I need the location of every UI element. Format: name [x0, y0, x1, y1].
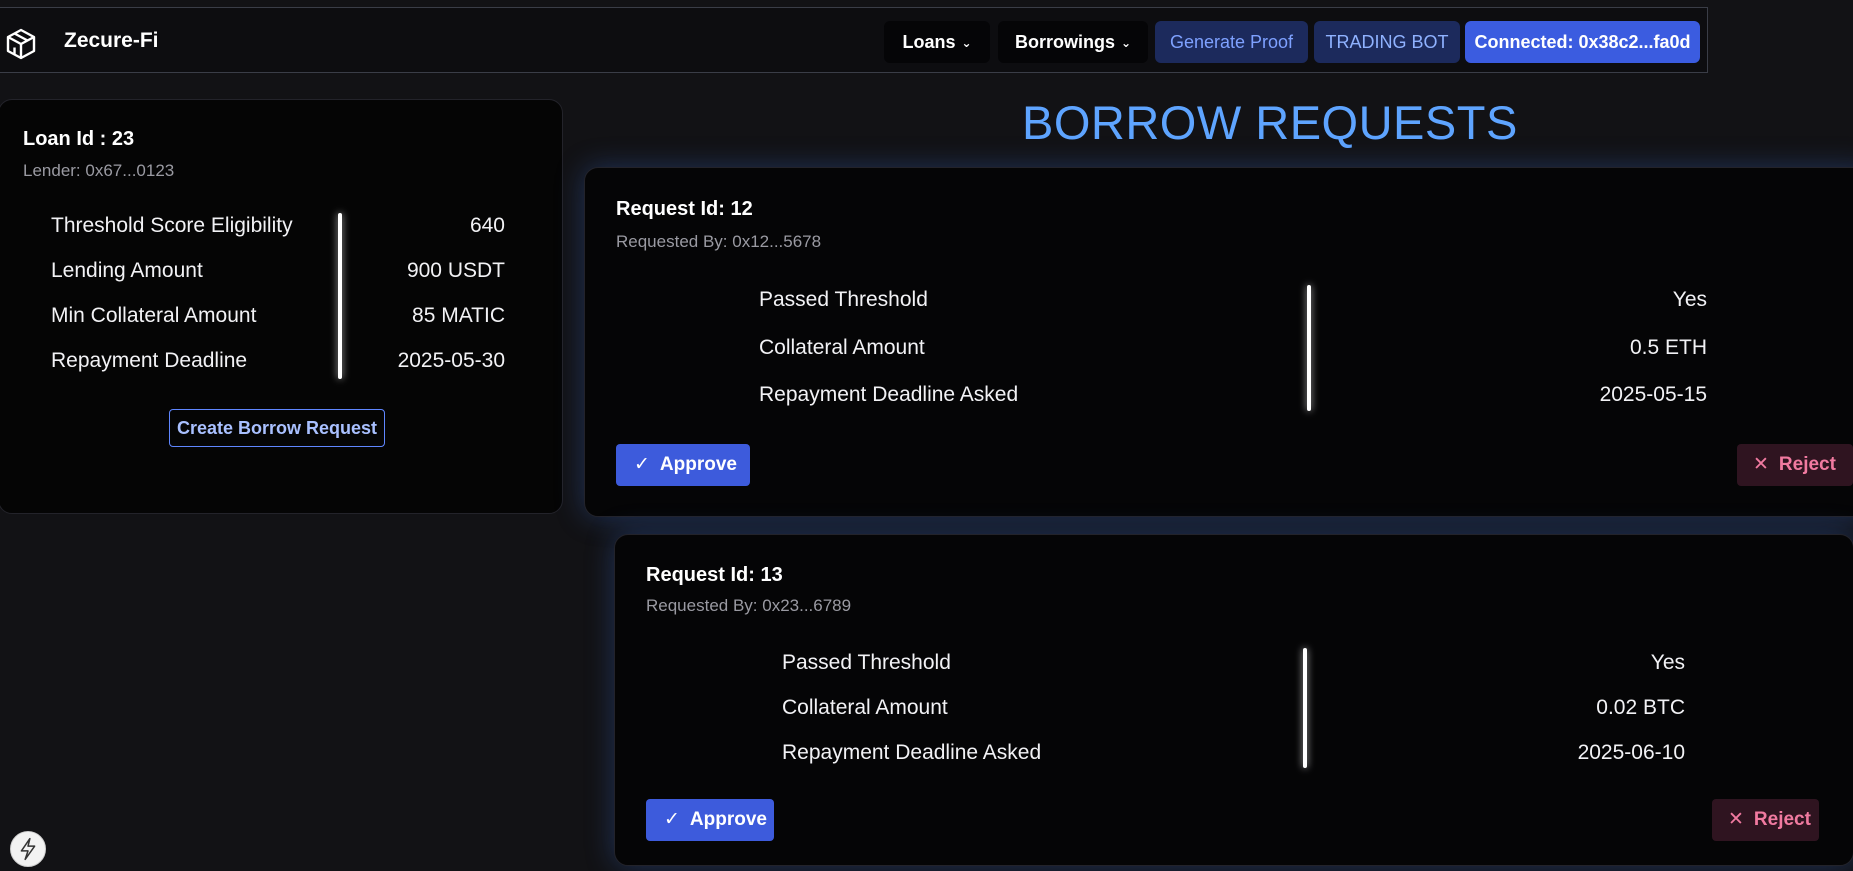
close-icon: ✕ — [1728, 809, 1744, 830]
chevron-down-icon: ⌄ — [961, 36, 972, 50]
request-row-value: Yes — [1650, 651, 1685, 674]
request-row-value: 0.02 BTC — [1596, 696, 1685, 719]
request-card: Request Id: 12 Requested By: 0x12...5678… — [584, 167, 1853, 517]
request-row-label: Repayment Deadline Asked — [759, 383, 1019, 406]
request-id-title: Request Id: 13 — [646, 564, 783, 586]
requested-by-address: Requested By: 0x12...5678 — [616, 232, 822, 251]
request-row-label: Passed Threshold — [782, 651, 951, 674]
loans-label: Loans — [902, 32, 956, 52]
borrowings-label: Borrowings — [1014, 32, 1115, 52]
lightning-bolt-icon[interactable] — [10, 831, 46, 867]
loan-row-label: Threshold Score Eligibility — [51, 214, 293, 237]
borrowings-menu-button[interactable]: Borrowings ⌄ — [998, 21, 1148, 63]
chevron-down-icon: ⌄ — [1120, 36, 1132, 50]
loan-row-value: 2025-05-30 — [397, 349, 505, 372]
request-row-label: Collateral Amount — [759, 336, 925, 359]
request-id-title: Request Id: 12 — [616, 198, 753, 220]
loan-row-label: Min Collateral Amount — [51, 304, 257, 327]
loan-row-value: 900 USDT — [406, 259, 505, 282]
page-title: BORROW REQUESTS — [1022, 96, 1518, 149]
top-navbar: Zecure-Fi Loans ⌄ Borrowings ⌄ Generate Pr… — [0, 7, 1708, 73]
request-row-label: Collateral Amount — [782, 696, 948, 719]
reject-button[interactable]: ✕ Reject — [1737, 444, 1853, 486]
loan-divider — [338, 213, 342, 379]
loans-menu-button[interactable]: Loans ⌄ — [884, 21, 990, 63]
reject-button[interactable]: ✕ Reject — [1712, 799, 1819, 841]
request-row-label: Passed Threshold — [759, 288, 928, 311]
approve-label: Approve — [689, 809, 767, 830]
brand-name[interactable]: Zecure-Fi — [64, 8, 159, 74]
request-divider — [1303, 648, 1307, 768]
request-row-value: 0.5 ETH — [1629, 336, 1707, 359]
loan-row-value: 85 MATIC — [412, 304, 505, 327]
wallet-connected-button[interactable]: Connected: 0x38c2...fa0d — [1465, 21, 1700, 63]
approve-label: Approve — [659, 454, 737, 475]
check-icon: ✓ — [664, 809, 680, 830]
requested-by-address: Requested By: 0x23...6789 — [646, 596, 852, 615]
reject-label: Reject — [1753, 809, 1811, 830]
request-row-value: 2025-05-15 — [1599, 383, 1707, 406]
check-icon: ✓ — [634, 454, 650, 475]
approve-button[interactable]: ✓ Approve — [646, 799, 774, 841]
request-row-value: 2025-06-10 — [1577, 741, 1685, 764]
request-divider — [1307, 285, 1311, 411]
create-borrow-request-button[interactable]: Create Borrow Request — [169, 409, 385, 447]
reject-label: Reject — [1778, 454, 1836, 475]
loan-row-label: Repayment Deadline — [51, 349, 248, 372]
trading-bot-button[interactable]: TRADING BOT — [1314, 21, 1460, 63]
cube-logo-icon[interactable] — [4, 27, 38, 61]
request-card: Request Id: 13 Requested By: 0x23...6789… — [614, 534, 1853, 866]
generate-proof-button[interactable]: Generate Proof — [1155, 21, 1308, 63]
request-row-value: Yes — [1672, 288, 1707, 311]
request-row-label: Repayment Deadline Asked — [782, 741, 1042, 764]
approve-button[interactable]: ✓ Approve — [616, 444, 750, 486]
lender-address: Lender: 0x67...0123 — [23, 161, 175, 180]
loan-row-label: Lending Amount — [51, 259, 203, 282]
loan-card: Loan Id : 23 Lender: 0x67...0123 Thresho… — [0, 99, 563, 514]
loan-row-value: 640 — [469, 214, 505, 237]
close-icon: ✕ — [1753, 454, 1769, 475]
loan-id-title: Loan Id : 23 — [23, 128, 135, 150]
